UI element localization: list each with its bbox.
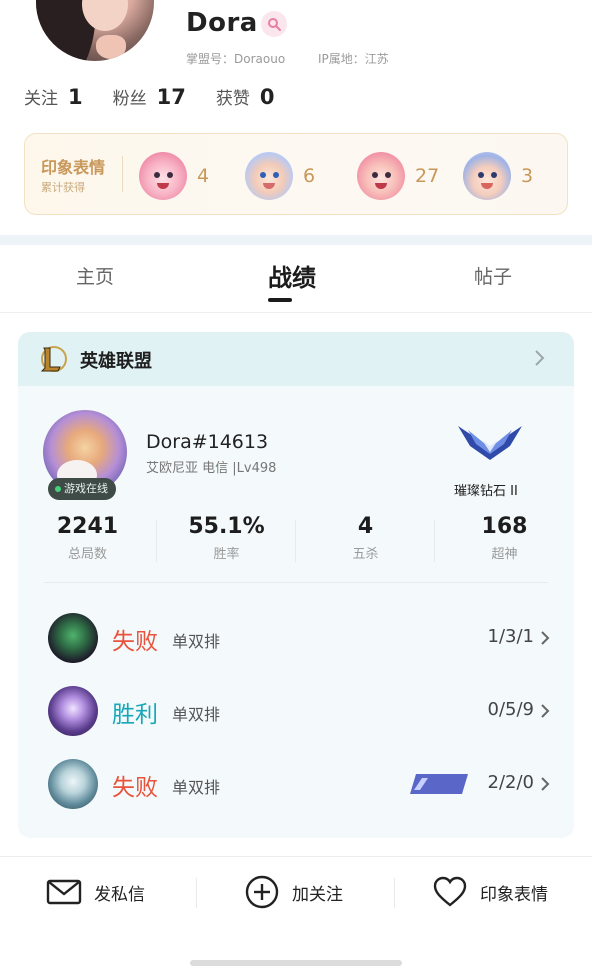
stat-value: 168 bbox=[481, 514, 528, 539]
match-mode: 单双排 bbox=[172, 632, 221, 651]
impression-emote-button[interactable]: 印象表情 bbox=[432, 872, 548, 912]
chevron-right-icon bbox=[541, 631, 550, 645]
profile-avatar[interactable] bbox=[33, 0, 157, 64]
chevron-right-icon bbox=[541, 704, 550, 718]
chevron-right-icon bbox=[541, 777, 550, 791]
stat-label: 超神 bbox=[491, 547, 518, 562]
tab-posts[interactable]: 帖子 bbox=[474, 262, 512, 289]
section-divider bbox=[0, 235, 592, 245]
waving-boy-emote-icon bbox=[245, 152, 293, 200]
rank-label: 璀璨钻石 II bbox=[454, 484, 518, 499]
stat-value: 4 bbox=[357, 514, 374, 539]
diamond-rank-emblem-icon bbox=[458, 426, 522, 460]
stat-value: 1 bbox=[68, 85, 83, 109]
champion-icon bbox=[48, 686, 98, 736]
emote-item[interactable]: 4 bbox=[139, 152, 209, 200]
impression-title: 印象表情 bbox=[41, 158, 106, 177]
game-name: 英雄联盟 bbox=[80, 351, 152, 372]
stat-value: 0 bbox=[259, 85, 275, 109]
chevron-right-icon bbox=[535, 350, 545, 366]
match-result: 失败 bbox=[112, 629, 158, 655]
stat-value: 2241 bbox=[56, 514, 119, 539]
game-record-card: 英雄联盟 游戏在线 Dora#14613 艾欧尼亚 电信 |Lv498 璀璨钻石… bbox=[18, 332, 574, 838]
game-stats: 2241 总局数 55.1% 胜率 4 五杀 168 超神 bbox=[18, 514, 574, 574]
stat-value: 55.1% bbox=[188, 514, 265, 539]
champion-icon bbox=[48, 613, 98, 663]
impression-card[interactable]: 印象表情 累计获得 4 6 27 3 bbox=[24, 133, 568, 215]
total-games-stat: 2241 总局数 bbox=[18, 514, 157, 562]
league-id: 掌盟号：Doraouo bbox=[186, 52, 286, 66]
game-header[interactable]: 英雄联盟 bbox=[18, 332, 574, 386]
emote-item[interactable]: 3 bbox=[463, 152, 533, 200]
action-label: 加关注 bbox=[292, 884, 343, 905]
player-name: Dora#14613 bbox=[146, 431, 269, 453]
heart-icon bbox=[433, 876, 467, 907]
tab-home[interactable]: 主页 bbox=[76, 262, 114, 289]
emote-item[interactable]: 6 bbox=[245, 152, 315, 200]
send-message-button[interactable]: 发私信 bbox=[46, 872, 145, 912]
profile-tabs: 主页 战绩 帖子 bbox=[0, 262, 592, 302]
champion-icon bbox=[48, 759, 98, 809]
ip-location: IP属地：江苏 bbox=[318, 52, 389, 66]
emote-count: 27 bbox=[415, 165, 440, 187]
following-stat[interactable]: 关注 1 bbox=[24, 84, 83, 109]
match-mode: 单双排 bbox=[172, 705, 221, 724]
legendary-stat: 168 超神 bbox=[435, 514, 574, 562]
action-label: 发私信 bbox=[94, 884, 145, 905]
player-server-level: 艾欧尼亚 电信 |Lv498 bbox=[146, 461, 277, 476]
excited-girl-emote-icon bbox=[357, 152, 405, 200]
followers-stat[interactable]: 粉丝 17 bbox=[113, 84, 186, 109]
league-of-legends-logo-icon bbox=[40, 346, 67, 372]
match-row[interactable]: 胜利 单双排 0/5/9 bbox=[18, 684, 574, 740]
follow-button[interactable]: 加关注 bbox=[244, 872, 343, 912]
stat-label: 总局数 bbox=[67, 547, 107, 562]
profile-stats: 关注 1 粉丝 17 获赞 0 bbox=[24, 84, 304, 109]
match-kda: 2/2/0 bbox=[487, 772, 535, 793]
envelope-icon bbox=[46, 879, 82, 905]
match-result: 失败 bbox=[112, 775, 158, 801]
stat-label: 获赞 bbox=[215, 89, 250, 109]
emote-count: 4 bbox=[197, 165, 210, 187]
stat-label: 胜率 bbox=[213, 547, 240, 562]
penta-kills-stat: 4 五杀 bbox=[296, 514, 435, 562]
likes-stat[interactable]: 获赞 0 bbox=[216, 84, 275, 109]
match-result: 胜利 bbox=[112, 702, 158, 728]
online-status-badge: 游戏在线 bbox=[48, 478, 116, 500]
win-rate-stat: 55.1% 胜率 bbox=[157, 514, 296, 562]
stat-value: 17 bbox=[156, 85, 186, 109]
match-row[interactable]: 失败 单双排 2/2/0 bbox=[18, 757, 574, 813]
pink-girl-emote-icon bbox=[139, 152, 187, 200]
emote-count: 6 bbox=[303, 165, 316, 187]
emote-count: 3 bbox=[521, 165, 534, 187]
emote-item[interactable]: 27 bbox=[357, 152, 439, 200]
tab-records[interactable]: 战绩 bbox=[268, 258, 316, 293]
gg-helmet-emote-icon bbox=[463, 152, 511, 200]
match-row[interactable]: 失败 单双排 1/3/1 bbox=[18, 611, 574, 667]
stat-label: 五杀 bbox=[352, 547, 379, 562]
action-label: 印象表情 bbox=[480, 884, 548, 905]
match-kda: 1/3/1 bbox=[487, 626, 535, 647]
impression-subtitle: 累计获得 bbox=[41, 181, 85, 194]
profile-nickname: Dora bbox=[186, 8, 258, 38]
home-indicator[interactable] bbox=[190, 960, 402, 966]
svp-badge-icon bbox=[410, 774, 468, 794]
female-gender-icon bbox=[261, 11, 287, 37]
plus-circle-icon bbox=[245, 875, 279, 909]
match-kda: 0/5/9 bbox=[487, 699, 535, 720]
stat-label: 关注 bbox=[24, 89, 58, 109]
stat-label: 粉丝 bbox=[112, 89, 147, 109]
active-tab-indicator bbox=[268, 298, 292, 302]
match-mode: 单双排 bbox=[172, 778, 221, 797]
